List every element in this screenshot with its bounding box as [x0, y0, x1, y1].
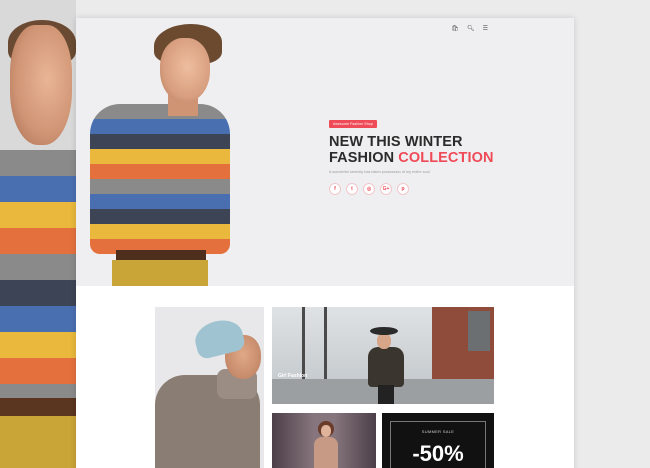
hero-section: 🛍︎ 🔍︎ ☰ Awesome Fashion Shop NEW THIS WI… [76, 18, 574, 290]
hero-headline: NEW THIS WINTER FASHION COLLECTION [329, 134, 549, 166]
pinterest-icon[interactable]: p [397, 183, 409, 195]
sale-discount: -50% [412, 441, 464, 466]
hero-text-block: Awesome Fashion Shop NEW THIS WINTER FAS… [329, 112, 549, 195]
sale-label: SUMMER SALE [421, 429, 455, 434]
header-icons: 🛍︎ 🔍︎ ☰ [451, 26, 488, 33]
street-model [368, 327, 404, 404]
google-plus-icon[interactable]: G+ [380, 183, 392, 195]
facebook-icon[interactable]: f [329, 183, 341, 195]
menu-icon[interactable]: ☰ [483, 26, 488, 33]
striped-sweater [90, 104, 230, 254]
girl-fashion-tile[interactable]: Girl Fashion [272, 307, 494, 404]
instagram-icon[interactable]: ◎ [363, 183, 375, 195]
summer-sale-tile[interactable]: SUMMER SALE -50% [382, 413, 494, 468]
headline-line-2-prefix: FASHION [329, 150, 399, 166]
headline-line-1: NEW THIS WINTER [329, 134, 463, 150]
hero-model-image [76, 18, 230, 290]
shop-badge: Awesome Fashion Shop [329, 120, 377, 128]
background-model-photo [0, 0, 76, 468]
tile-caption: Girl Fashion [278, 373, 308, 379]
search-icon[interactable]: 🔍︎ [467, 26, 475, 33]
beanie-model-tile[interactable] [155, 307, 264, 468]
bag-icon[interactable]: 🛍︎ [451, 26, 459, 33]
social-links: f t ◎ G+ p [329, 183, 549, 195]
twitter-icon[interactable]: t [346, 183, 358, 195]
product-grid: Girl Fashion SUMMER SALE -50% [76, 286, 574, 468]
hero-subline: A wonderful serenity has taken possessio… [329, 170, 430, 174]
coat-model-tile[interactable] [272, 413, 376, 468]
website-page: 🛍︎ 🔍︎ ☰ Awesome Fashion Shop NEW THIS WI… [76, 18, 574, 468]
headline-accent: COLLECTION [398, 150, 494, 166]
screenshot-stage: 🛍︎ 🔍︎ ☰ Awesome Fashion Shop NEW THIS WI… [0, 0, 650, 468]
